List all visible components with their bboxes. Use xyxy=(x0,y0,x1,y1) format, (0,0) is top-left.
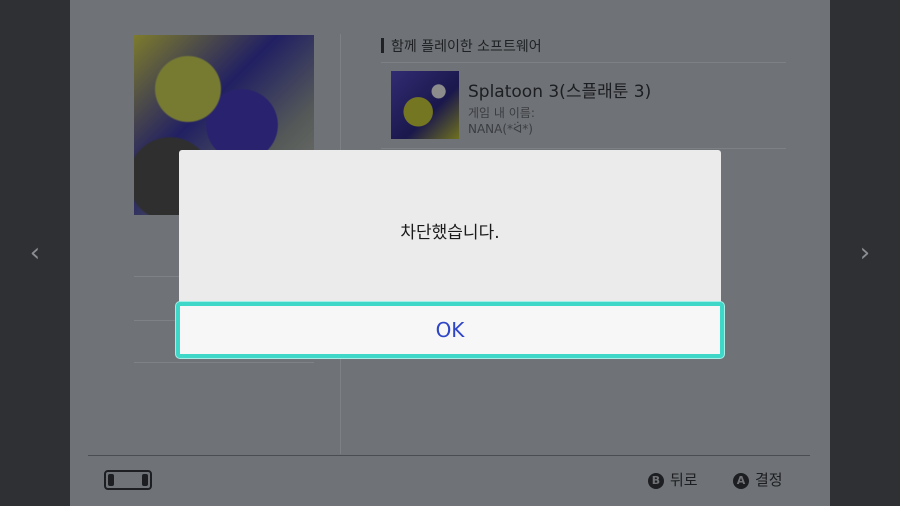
ok-button[interactable]: OK xyxy=(176,302,724,358)
console-icon xyxy=(104,470,152,490)
ingame-name-label: 게임 내 이름: xyxy=(468,106,535,120)
game-list-item[interactable]: Splatoon 3(스플래툰 3) 게임 내 이름: NANA(*ᐛ*) xyxy=(391,71,786,141)
dialog-message: 차단했습니다. xyxy=(400,223,500,243)
footer-divider xyxy=(88,455,810,456)
confirm-label: 결정 xyxy=(755,471,783,489)
section-marker xyxy=(381,38,384,53)
section-divider xyxy=(381,62,786,63)
ingame-name-value: NANA(*ᐛ*) xyxy=(468,122,533,136)
left-divider xyxy=(134,362,314,363)
b-button-icon: B xyxy=(648,473,664,489)
ingame-name: 게임 내 이름: NANA(*ᐛ*) xyxy=(468,105,535,137)
confirm-button[interactable]: A 결정 xyxy=(733,470,783,490)
section-title: 함께 플레이한 소프트웨어 xyxy=(391,39,542,55)
row-divider xyxy=(381,148,786,149)
chevron-right-icon[interactable]: › xyxy=(854,240,876,266)
game-icon xyxy=(391,71,459,139)
back-label: 뒤로 xyxy=(670,471,698,489)
chevron-left-icon[interactable]: ‹ xyxy=(24,240,46,266)
back-button[interactable]: B 뒤로 xyxy=(648,470,698,490)
game-title: Splatoon 3(스플래툰 3) xyxy=(468,82,652,102)
a-button-icon: A xyxy=(733,473,749,489)
section-header: 함께 플레이한 소프트웨어 xyxy=(381,38,542,56)
